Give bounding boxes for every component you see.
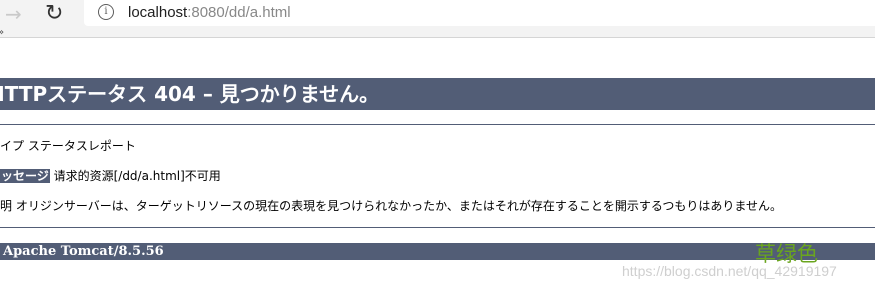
url-text[interactable]: localhost:8080/dd/a.html	[128, 3, 291, 23]
browser-divider	[0, 37, 875, 38]
server-version: Apache Tomcat/8.5.56	[3, 244, 164, 259]
title-bar: HTTPステータス 404 – 見つかりません。	[0, 78, 875, 110]
url-host: localhost	[128, 4, 188, 21]
message-line: メッセージ 请求的资源[/dd/a.html]不可用	[0, 168, 221, 184]
url-path: :8080/dd/a.html	[187, 4, 291, 21]
footer-bar: Apache Tomcat/8.5.56	[0, 243, 875, 260]
reload-icon[interactable]: ↻	[45, 3, 63, 25]
type-line: タイプ ステータスレポート	[0, 139, 136, 153]
divider	[0, 227, 875, 228]
divider	[0, 124, 875, 125]
browser-toolbar: → ↻ i localhost:8080/dd/a.html »	[0, 0, 875, 38]
message-label: メッセージ	[0, 169, 50, 183]
description-line: 説明 オリジンサーバーは、ターゲットリソースの現在の表現を見つけられなかったか、…	[0, 199, 783, 213]
watermark-url: https://blog.csdn.net/qq_42919197	[622, 263, 837, 279]
back-arrow-icon[interactable]: →	[5, 3, 22, 25]
address-bar[interactable]: i localhost:8080/dd/a.html	[84, 0, 875, 26]
message-value: 请求的资源[/dd/a.html]不可用	[53, 169, 221, 183]
info-icon[interactable]: i	[98, 4, 114, 20]
page-title: HTTPステータス 404 – 見つかりません。	[0, 82, 380, 106]
